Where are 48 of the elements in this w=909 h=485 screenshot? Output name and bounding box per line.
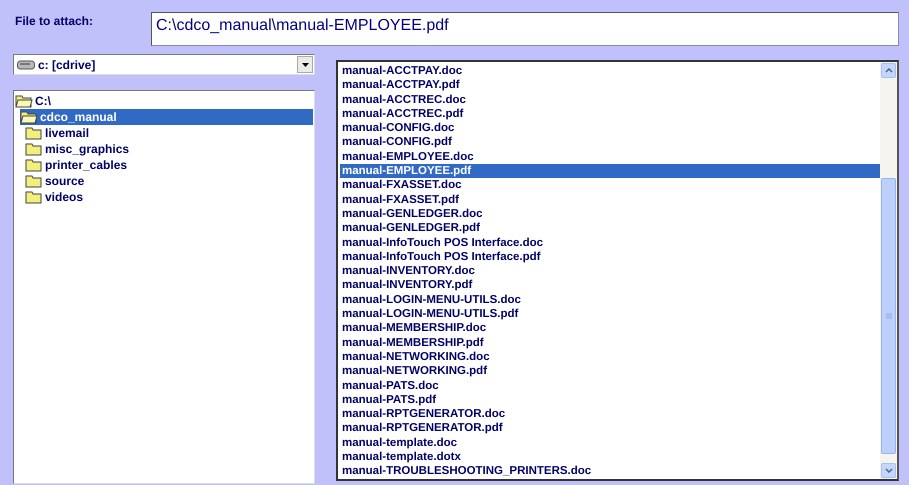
file-item[interactable]: manual-FXASSET.pdf (340, 192, 880, 207)
file-item[interactable]: manual-EMPLOYEE.doc (340, 150, 880, 164)
file-item[interactable]: manual-RPTGENERATOR.doc (340, 407, 880, 422)
down-chevron-icon (884, 468, 892, 473)
up-chevron-icon (884, 68, 892, 73)
file-item[interactable]: manual-FXASSET.doc (340, 178, 880, 193)
scroll-thumb[interactable] (881, 178, 896, 454)
file-item[interactable]: manual-InfoTouch POS Interface.pdf (340, 250, 880, 264)
file-item[interactable]: manual-PATS.pdf (340, 392, 880, 408)
file-item[interactable]: manual-LOGIN-MENU-UTILS.doc (340, 292, 880, 308)
file-item[interactable]: manual-InfoTouch POS Interface.doc (340, 236, 880, 250)
file-item[interactable]: manual-ACCTREC.doc (340, 92, 880, 107)
scroll-up-button[interactable] (881, 63, 896, 78)
file-item[interactable]: manual-ACCTPAY.doc (340, 64, 880, 78)
folder-item[interactable]: cdco_manual (20, 109, 313, 125)
file-item[interactable]: manual-EMPLOYEE.pdf (340, 164, 880, 178)
file-item[interactable]: manual-ACCTREC.pdf (340, 106, 880, 122)
folder-item[interactable]: C:\ (15, 93, 313, 109)
file-item[interactable]: manual-ACCTPAY.pdf (340, 78, 880, 93)
file-item[interactable]: manual-CONFIG.doc (340, 121, 880, 136)
folder-item[interactable]: printer_cables (25, 157, 313, 173)
file-item[interactable]: manual-GENLEDGER.doc (340, 206, 880, 222)
scrollbar[interactable] (880, 62, 897, 479)
grip-icon (886, 313, 892, 319)
file-item[interactable]: manual-GENLEDGER.pdf (340, 221, 880, 236)
folder-item[interactable]: videos (25, 189, 313, 205)
file-item[interactable]: manual-CONFIG.pdf (340, 135, 880, 150)
file-item[interactable]: manual-PATS.doc (340, 378, 880, 393)
drive-icon (17, 60, 35, 70)
file-item[interactable]: manual-MEMBERSHIP.pdf (340, 336, 880, 350)
field-label: File to attach: (14, 13, 94, 28)
dropdown-arrow-icon (302, 62, 308, 66)
file-item[interactable]: manual-INVENTORY.pdf (340, 278, 880, 293)
file-item[interactable]: manual-RPTGENERATOR.pdf (340, 421, 880, 436)
file-item[interactable]: manual-TROUBLESHOOTING_PRINTERS.doc (340, 464, 880, 479)
file-path-field[interactable]: C:\cdco_manual\manual-EMPLOYEE.pdf (151, 12, 899, 46)
folder-item[interactable]: livemail (25, 125, 313, 141)
file-item[interactable]: manual-template.doc (340, 436, 880, 450)
folder-item[interactable]: misc_graphics (25, 141, 313, 157)
scroll-down-button[interactable] (881, 463, 896, 478)
folder-item[interactable]: source (25, 173, 313, 189)
file-item[interactable]: manual-template.dotx (340, 450, 880, 464)
file-item[interactable]: manual-MEMBERSHIP.doc (340, 321, 880, 336)
file-item[interactable]: manual-NETWORKING.doc (340, 350, 880, 364)
drive-dropdown[interactable]: c: [cdrive] (13, 54, 315, 75)
file-item[interactable]: manual-NETWORKING.pdf (340, 364, 880, 379)
file-item[interactable]: manual-LOGIN-MENU-UTILS.pdf (340, 307, 880, 322)
file-item[interactable]: manual-INVENTORY.doc (340, 264, 880, 278)
